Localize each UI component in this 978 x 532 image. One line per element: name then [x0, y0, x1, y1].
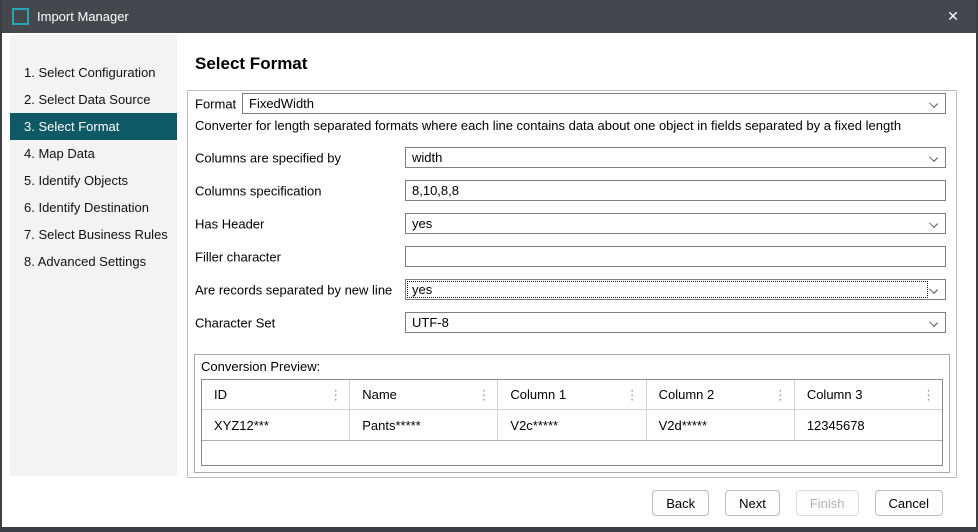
filler-character-input[interactable] [405, 246, 946, 267]
has-header-label: Has Header [195, 216, 265, 231]
field-row-has-header: Has Header yes [188, 207, 956, 240]
column-menu-icon[interactable]: ⋮ [329, 388, 342, 401]
sidebar-item-identify-objects[interactable]: 5. Identify Objects [10, 167, 177, 194]
columns-are-specified-by-value: width [412, 150, 443, 165]
are-records-separated-by-new-line-label: Are records separated by new line [195, 282, 393, 297]
column-header-column-2[interactable]: Column 2 ⋮ [647, 380, 795, 409]
sidebar-item-select-format[interactable]: 3. Select Format [10, 113, 177, 140]
columns-specification-value: 8,10,8,8 [412, 183, 459, 198]
format-fields: Columns are specified by width Columns spe… [188, 141, 956, 339]
chevron-down-icon [929, 153, 938, 162]
page-title: Select Format [195, 54, 308, 73]
close-icon[interactable]: ✕ [930, 0, 976, 33]
column-menu-icon[interactable]: ⋮ [774, 388, 787, 401]
columns-specification-label: Columns specification [195, 183, 322, 198]
columns-are-specified-by-label: Columns are specified by [195, 150, 341, 165]
field-row-character-set: Character Set UTF-8 [188, 306, 956, 339]
wizard-footer: Back Next Finish Cancel [652, 490, 943, 516]
column-menu-icon[interactable]: ⋮ [922, 388, 935, 401]
table-cell: 12345678 [806, 417, 865, 433]
has-header-value: yes [412, 216, 433, 231]
chevron-down-icon [929, 318, 938, 327]
app-icon [12, 8, 29, 25]
format-label: Format [195, 96, 237, 111]
preview-table: ID ⋮ Name ⋮ Column 1 ⋮ Column 2 ⋮ Column 3 ⋮ XYZ1… [201, 379, 943, 466]
back-button[interactable]: Back [652, 490, 710, 516]
wizard-steps-sidebar: 1. Select Configuration 2. Select Data So… [10, 35, 177, 476]
format-select[interactable]: FixedWidth [242, 93, 946, 114]
window-title: Import Manager [37, 9, 129, 24]
column-header-label: Column 1 [510, 387, 567, 402]
finish-button: Finish [795, 490, 859, 516]
column-header-column-1[interactable]: Column 1 ⋮ [498, 380, 647, 409]
chevron-down-icon [929, 285, 938, 294]
table-row: XYZ12*** Pants***** V2c***** V2d***** 123456… [202, 410, 942, 441]
field-row-are-records-separated-by-new-line: Are records separated by new line yes [188, 273, 956, 306]
sidebar-item-identify-destination[interactable]: 6. Identify Destination [10, 194, 177, 221]
table-cell: V2d***** [647, 410, 795, 440]
column-header-label: Column 2 [658, 387, 715, 402]
are-records-separated-by-new-line-value: yes [412, 282, 433, 297]
field-row-columns-are-specified-by: Columns are specified by width [188, 141, 956, 174]
character-set-select[interactable]: UTF-8 [405, 312, 946, 333]
table-cell: XYZ12*** [202, 410, 351, 440]
field-row-columns-specification: Columns specification 8,10,8,8 [188, 174, 956, 207]
format-description: Converter for length separated formats w… [195, 118, 902, 133]
sidebar-item-select-configuration[interactable]: 1. Select Configuration [10, 59, 177, 86]
filler-character-label: Filler character [195, 249, 281, 264]
columns-are-specified-by-select[interactable]: width [405, 147, 946, 168]
preview-table-header: ID ⋮ Name ⋮ Column 1 ⋮ Column 2 ⋮ Column 3 ⋮ [202, 380, 942, 410]
table-cell: V2c***** [498, 410, 647, 440]
sidebar-item-advanced-settings[interactable]: 8. Advanced Settings [10, 248, 177, 275]
column-header-column-3[interactable]: Column 3 ⋮ [795, 380, 942, 409]
import-manager-window: Import Manager ✕ 1. Select Configuration… [0, 0, 978, 532]
sidebar-item-map-data[interactable]: 4. Map Data [10, 140, 177, 167]
preview-table-body: XYZ12*** Pants***** V2c***** V2d***** 123456… [202, 410, 942, 441]
character-set-label: Character Set [195, 315, 276, 330]
conversion-preview-group: Conversion Preview: ID ⋮ Name ⋮ Column 1 ⋮ Col… [194, 354, 950, 473]
table-cell: Pants***** [350, 410, 499, 440]
are-records-separated-by-new-line-select[interactable]: yes [405, 279, 946, 300]
column-menu-icon[interactable]: ⋮ [477, 388, 490, 401]
has-header-select[interactable]: yes [405, 213, 946, 234]
sidebar-item-select-business-rules[interactable]: 7. Select Business Rules [10, 221, 177, 248]
chevron-down-icon [929, 219, 938, 228]
conversion-preview-label: Conversion Preview: [201, 359, 321, 374]
chevron-down-icon [929, 99, 938, 108]
next-button[interactable]: Next [725, 490, 780, 516]
format-row: Format FixedWidth [188, 93, 956, 114]
format-select-value: FixedWidth [249, 96, 315, 111]
column-header-name[interactable]: Name ⋮ [350, 380, 499, 409]
column-header-label: Column 3 [806, 387, 863, 402]
format-settings-panel: Format FixedWidth Converter for length s… [187, 90, 957, 478]
columns-specification-input[interactable]: 8,10,8,8 [405, 180, 946, 201]
character-set-value: UTF-8 [412, 315, 449, 330]
cancel-button[interactable]: Cancel [874, 490, 943, 516]
column-header-label: Name [362, 387, 397, 402]
titlebar: Import Manager ✕ [2, 0, 976, 33]
column-header-id[interactable]: ID ⋮ [202, 380, 351, 409]
column-menu-icon[interactable]: ⋮ [626, 388, 639, 401]
column-header-label: ID [214, 387, 227, 402]
sidebar-item-select-data-source[interactable]: 2. Select Data Source [10, 86, 177, 113]
field-row-filler-character: Filler character [188, 240, 956, 273]
